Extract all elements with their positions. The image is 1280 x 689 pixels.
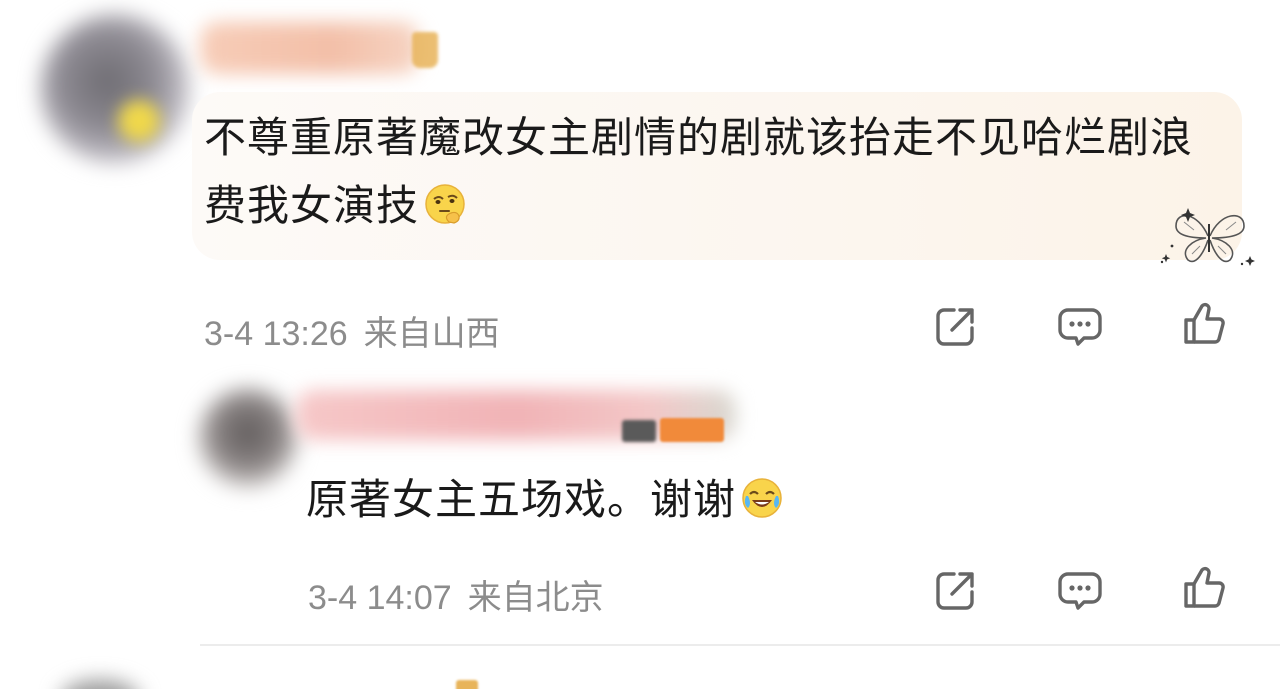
- butterfly-decoration-icon: [1160, 208, 1255, 266]
- comment-meta: 3-4 13:26 来自山西: [204, 306, 500, 355]
- reply-like-button[interactable]: [1180, 564, 1228, 612]
- share-icon: [936, 572, 974, 610]
- reply-text: 原著女主五场戏。谢谢: [306, 475, 737, 524]
- reply-share-button[interactable]: [932, 566, 980, 614]
- reply-comment-icon: [1058, 308, 1102, 346]
- thinking-face-emoji: [425, 184, 465, 224]
- username-blurred[interactable]: [200, 22, 420, 74]
- reply-user-avatar[interactable]: [198, 388, 298, 488]
- like-icon: [1184, 566, 1225, 608]
- crown-badge-icon: [456, 680, 478, 689]
- reply-comment-icon: [1058, 572, 1102, 610]
- comment-divider: [200, 644, 1280, 646]
- avatar-badge: [118, 100, 160, 142]
- reply-meta: 3-4 14:07 来自北京: [308, 570, 604, 619]
- comment-body: 不尊重原著魔改女主剧情的剧就该抬走不见哈烂剧浪费我女演技: [204, 104, 1204, 240]
- next-user-avatar[interactable]: [60, 680, 140, 689]
- comment-location: 来自山西: [363, 315, 500, 353]
- user-avatar[interactable]: [40, 14, 190, 164]
- comment-time: 3-4 13:26: [204, 315, 348, 353]
- like-button[interactable]: [1180, 300, 1228, 348]
- share-button[interactable]: [932, 302, 980, 350]
- reply-time: 3-4 14:07: [308, 579, 452, 617]
- crown-badge-icon: [412, 32, 438, 68]
- reply-body: 原著女主五场戏。谢谢: [306, 470, 784, 530]
- reply-button[interactable]: [1056, 302, 1104, 350]
- like-icon: [1184, 302, 1225, 344]
- reply-reply-button[interactable]: [1056, 566, 1104, 614]
- laughing-crying-face-emoji: [742, 478, 782, 518]
- reply-badge-icon: [622, 420, 656, 442]
- comment-text: 不尊重原著魔改女主剧情的剧就该抬走不见哈烂剧浪费我女演技: [204, 113, 1194, 230]
- reply-level-badge: [660, 418, 724, 442]
- share-icon: [936, 308, 974, 346]
- reply-location: 来自北京: [467, 579, 604, 617]
- comment-thread: 不尊重原著魔改女主剧情的剧就该抬走不见哈烂剧浪费我女演技 3-4 13:26 来自…: [0, 0, 1280, 689]
